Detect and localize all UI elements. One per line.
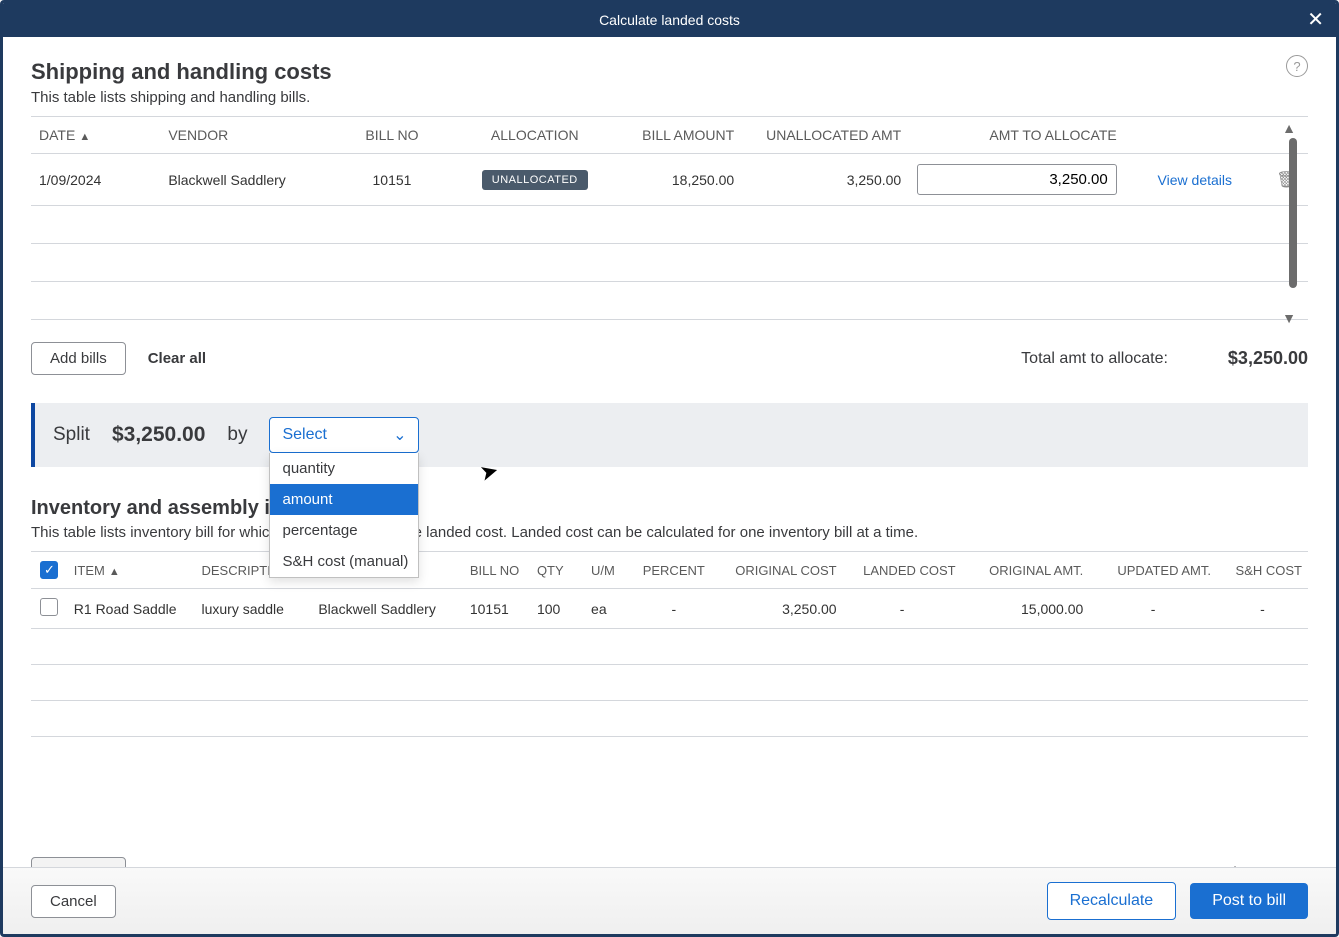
allocation-chip: UNALLOCATED: [482, 170, 588, 190]
inventory-table: ✓ ITEM▲ DESCRIPTION VENDOR BILL NO QTY U…: [31, 551, 1308, 737]
col-allocation[interactable]: ALLOCATION: [446, 117, 624, 154]
col-um[interactable]: U/M: [585, 552, 633, 589]
cancel-button[interactable]: Cancel: [31, 885, 116, 918]
cell-date: 1/09/2024: [31, 154, 160, 206]
sort-asc-icon: ▲: [109, 566, 120, 578]
shipping-controls: Add bills Clear all Total amt to allocat…: [31, 342, 1308, 375]
option-sh-manual[interactable]: S&H cost (manual): [270, 546, 418, 577]
clear-all-link-2[interactable]: Clear all: [148, 865, 206, 867]
col-billamt[interactable]: BILL AMOUNT: [624, 117, 743, 154]
split-label: Split: [53, 424, 90, 446]
cell-origamt: 15,000.00: [962, 589, 1090, 629]
col-origcost[interactable]: ORIGINAL COST: [715, 552, 843, 589]
dialog-footer: Cancel Recalculate Post to bill: [3, 867, 1336, 934]
cell-unalloc: 3,250.00: [742, 154, 909, 206]
option-amount[interactable]: amount: [270, 484, 418, 515]
total-allocate-label: Total amt to allocate:: [1021, 350, 1168, 368]
shipping-table-wrap: ▲ DATE▲ VENDOR BILL NO ALLOCATION BILL A…: [31, 116, 1308, 320]
total-allocate-value: $3,250.00: [1228, 348, 1308, 369]
cell-vendor: Blackwell Saddlery: [160, 154, 338, 206]
recalculate-button[interactable]: Recalculate: [1047, 882, 1177, 920]
close-icon[interactable]: ✕: [1307, 10, 1324, 30]
row-checkbox[interactable]: [40, 598, 58, 616]
table-row[interactable]: [31, 282, 1308, 320]
total-sh-label: Total S&H cost: [1203, 865, 1308, 868]
add-bills-button[interactable]: Add bills: [31, 342, 126, 375]
select-all-checkbox[interactable]: ✓: [40, 561, 58, 579]
window-title: Calculate landed costs: [599, 12, 740, 28]
delete-row-icon[interactable]: 🗑: [1265, 154, 1308, 206]
sort-asc-icon: ▲: [79, 131, 90, 143]
table-row[interactable]: [31, 244, 1308, 282]
col-updamt[interactable]: UPDATED AMT.: [1089, 552, 1217, 589]
col-billno[interactable]: BILL NO: [338, 117, 446, 154]
cell-shcost: -: [1217, 589, 1308, 629]
add-bills-button-2[interactable]: Add bills: [31, 857, 126, 867]
landed-costs-dialog: Calculate landed costs ✕ ? Shipping and …: [0, 0, 1339, 937]
cell-updamt: -: [1089, 589, 1217, 629]
cell-percent: -: [633, 589, 715, 629]
inventory-controls: Add bills Clear all Total S&H cost: [31, 857, 1308, 867]
scrollbar-thumb[interactable]: [1289, 138, 1297, 288]
cell-billno: 10151: [464, 589, 531, 629]
table-row[interactable]: [31, 701, 1308, 737]
cell-landed: -: [843, 589, 962, 629]
col-item[interactable]: ITEM▲: [68, 552, 196, 589]
chevron-down-icon: ⌄: [393, 425, 406, 445]
option-quantity[interactable]: quantity: [270, 453, 418, 484]
table-row[interactable]: 1/09/2024 Blackwell Saddlery 10151 UNALL…: [31, 154, 1308, 206]
cell-origcost: 3,250.00: [715, 589, 843, 629]
split-by-label: by: [227, 424, 247, 446]
scroll-down-icon[interactable]: ▼: [1282, 310, 1296, 326]
col-shcost[interactable]: S&H COST: [1217, 552, 1308, 589]
col-date[interactable]: DATE▲: [31, 117, 160, 154]
table-row[interactable]: [31, 665, 1308, 701]
help-icon[interactable]: ?: [1286, 55, 1308, 77]
split-dropdown: quantity amount percentage S&H cost (man…: [269, 453, 419, 578]
scroll-up-icon[interactable]: ▲: [1282, 120, 1296, 136]
shipping-table: DATE▲ VENDOR BILL NO ALLOCATION BILL AMO…: [31, 116, 1308, 320]
shipping-title: Shipping and handling costs: [31, 59, 1308, 85]
split-bar: Split $3,250.00 by Select ⌄ quantity amo…: [31, 403, 1308, 467]
col-landed[interactable]: LANDED COST: [843, 552, 962, 589]
cursor-icon: ➤: [477, 457, 502, 487]
col-unalloc[interactable]: UNALLOCATED AMT: [742, 117, 909, 154]
cell-billamt: 18,250.00: [624, 154, 743, 206]
cell-billno: 10151: [338, 154, 446, 206]
post-to-bill-button[interactable]: Post to bill: [1190, 883, 1308, 919]
col-vendor[interactable]: VENDOR: [160, 117, 338, 154]
cell-um: ea: [585, 589, 633, 629]
view-details-link[interactable]: View details: [1158, 172, 1232, 188]
inventory-title: Inventory and assembly items: [31, 497, 1308, 520]
select-placeholder: Select: [282, 426, 326, 444]
table-row[interactable]: [31, 206, 1308, 244]
cell-allocation: UNALLOCATED: [446, 154, 624, 206]
cell-amtalloc: [909, 154, 1125, 206]
cell-desc: luxury saddle: [195, 589, 312, 629]
cell-item: R1 Road Saddle: [68, 589, 196, 629]
col-qty[interactable]: QTY: [531, 552, 585, 589]
col-billno2[interactable]: BILL NO: [464, 552, 531, 589]
dialog-content: ? Shipping and handling costs This table…: [3, 37, 1336, 867]
table-row[interactable]: R1 Road Saddle luxury saddle Blackwell S…: [31, 589, 1308, 629]
split-method-select[interactable]: Select ⌄ quantity amount percentage S&H …: [269, 417, 419, 453]
clear-all-link[interactable]: Clear all: [148, 350, 206, 367]
table-row[interactable]: [31, 629, 1308, 665]
inventory-subtitle: This table lists inventory bill for whic…: [31, 524, 1308, 541]
col-origamt[interactable]: ORIGINAL AMT.: [962, 552, 1090, 589]
shipping-subtitle: This table lists shipping and handling b…: [31, 89, 1308, 106]
split-amount: $3,250.00: [112, 423, 205, 447]
option-percentage[interactable]: percentage: [270, 515, 418, 546]
col-percent[interactable]: PERCENT: [633, 552, 715, 589]
cell-qty: 100: [531, 589, 585, 629]
title-bar: Calculate landed costs ✕: [3, 3, 1336, 37]
amt-allocate-input[interactable]: [917, 164, 1117, 195]
cell-vendor: Blackwell Saddlery: [312, 589, 464, 629]
inventory-section: Inventory and assembly items This table …: [31, 497, 1308, 867]
col-amtalloc[interactable]: AMT TO ALLOCATE: [909, 117, 1125, 154]
